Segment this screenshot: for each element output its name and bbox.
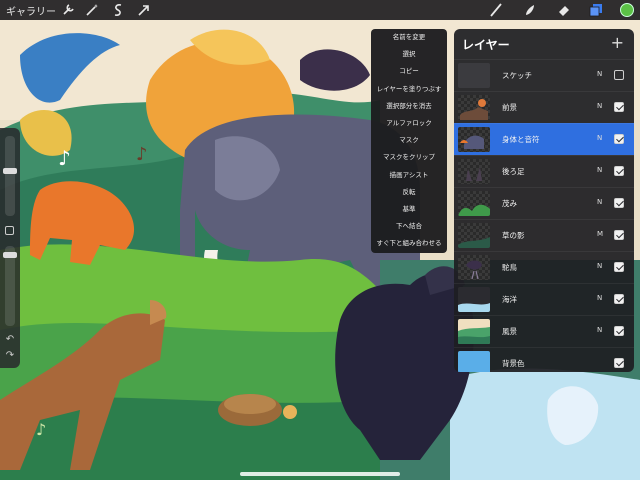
color-picker-button[interactable] — [620, 3, 634, 17]
menu-item-clear-selection[interactable]: 選択部分を消去 — [371, 98, 447, 115]
layer-row[interactable]: 草の影 M — [454, 219, 634, 251]
visibility-checkbox[interactable] — [614, 166, 624, 176]
layer-name: 前景 — [502, 103, 517, 112]
menu-item-copy[interactable]: コピー — [371, 63, 447, 80]
layer-name: 駝鳥 — [502, 263, 517, 272]
visibility-checkbox[interactable] — [614, 198, 624, 208]
top-toolbar: ギャラリー — [0, 0, 640, 20]
eraser-icon[interactable] — [556, 2, 572, 18]
redo-icon[interactable]: ↷ — [3, 350, 17, 362]
layer-name: 後ろ足 — [502, 167, 525, 176]
layer-thumbnail — [458, 287, 490, 312]
home-indicator — [240, 472, 400, 476]
menu-item-clipping-mask[interactable]: マスクをクリップ — [371, 149, 447, 166]
visibility-checkbox[interactable] — [614, 230, 624, 240]
svg-text:♪: ♪ — [136, 144, 148, 165]
layer-row[interactable]: 前景 N — [454, 91, 634, 123]
layer-row[interactable]: 茂み N — [454, 187, 634, 219]
menu-item-fill-layer[interactable]: レイヤーを塗りつぶす — [371, 81, 447, 98]
brush-size-thumb[interactable] — [3, 168, 17, 174]
layer-thumbnail — [458, 255, 490, 280]
transform-arrow-icon[interactable] — [136, 2, 152, 18]
menu-item-mask[interactable]: マスク — [371, 132, 447, 149]
layer-name: 茂み — [502, 199, 517, 208]
visibility-checkbox[interactable] — [614, 294, 624, 304]
layers-icon[interactable] — [588, 2, 604, 18]
blend-mode-button[interactable]: N — [597, 70, 602, 78]
blend-mode-button[interactable]: N — [597, 262, 602, 270]
wrench-icon[interactable] — [60, 2, 76, 18]
brush-icon[interactable] — [488, 2, 504, 18]
layer-row[interactable]: 後ろ足 N — [454, 155, 634, 187]
left-sidebar: ↶ ↷ — [0, 128, 20, 368]
visibility-checkbox[interactable] — [614, 358, 624, 368]
layer-options-menu: 名前を変更 選択 コピー レイヤーを塗りつぶす 選択部分を消去 アルファロック … — [371, 29, 447, 253]
menu-item-reference[interactable]: 基準 — [371, 201, 447, 218]
layers-panel: レイヤー + スケッチ N 前景 N 身体と音符 N 後ろ足 N 茂み N 草の… — [454, 29, 634, 372]
svg-text:♪: ♪ — [36, 420, 46, 439]
layer-name: 背景色 — [502, 359, 525, 368]
modify-button[interactable] — [5, 226, 14, 235]
menu-item-invert[interactable]: 反転 — [371, 184, 447, 201]
gallery-button[interactable]: ギャラリー — [6, 3, 56, 18]
magic-wand-icon[interactable] — [84, 2, 100, 18]
blend-mode-button[interactable]: N — [597, 102, 602, 110]
layer-name: 風景 — [502, 327, 517, 336]
visibility-checkbox[interactable] — [614, 102, 624, 112]
layer-row[interactable]: 駝鳥 N — [454, 251, 634, 283]
visibility-checkbox[interactable] — [614, 262, 624, 272]
layer-thumbnail — [458, 191, 490, 216]
layer-row[interactable]: 背景色 — [454, 347, 634, 372]
menu-item-drawing-assist[interactable]: 描画アシスト — [371, 167, 447, 184]
blend-mode-button[interactable]: N — [597, 198, 602, 206]
menu-item-alpha-lock[interactable]: アルファロック — [371, 115, 447, 132]
opacity-thumb[interactable] — [3, 252, 17, 258]
menu-item-combine-down[interactable]: すぐ下と組み合わせる — [371, 235, 447, 252]
layer-row-selected[interactable]: 身体と音符 N — [454, 123, 634, 155]
add-layer-button[interactable]: + — [611, 33, 624, 52]
blend-mode-button[interactable]: M — [597, 230, 603, 238]
blend-mode-button[interactable]: N — [597, 134, 602, 142]
visibility-checkbox[interactable] — [614, 326, 624, 336]
menu-item-rename[interactable]: 名前を変更 — [371, 29, 447, 46]
layer-name: スケッチ — [502, 71, 532, 80]
blend-mode-button[interactable]: N — [597, 326, 602, 334]
blend-mode-button[interactable]: N — [597, 166, 602, 174]
layer-name: 海洋 — [502, 295, 517, 304]
layer-thumbnail — [458, 319, 490, 344]
selection-icon[interactable] — [110, 2, 126, 18]
layer-thumbnail — [458, 95, 490, 120]
layer-thumbnail — [458, 159, 490, 184]
layer-name: 身体と音符 — [502, 135, 540, 144]
layer-thumbnail — [458, 351, 490, 372]
menu-item-select[interactable]: 選択 — [371, 46, 447, 63]
blend-mode-button[interactable]: N — [597, 294, 602, 302]
layer-thumbnail — [458, 63, 490, 88]
layer-row[interactable]: 風景 N — [454, 315, 634, 347]
layers-header: レイヤー + — [454, 29, 634, 59]
undo-icon[interactable]: ↶ — [3, 334, 17, 346]
opacity-slider[interactable] — [3, 246, 17, 326]
menu-item-merge-down[interactable]: 下へ結合 — [371, 218, 447, 235]
visibility-checkbox[interactable] — [614, 134, 624, 144]
brush-size-slider[interactable] — [3, 136, 17, 216]
svg-text:♪: ♪ — [58, 146, 71, 170]
visibility-checkbox[interactable] — [614, 70, 624, 80]
layer-name: 草の影 — [502, 231, 525, 240]
layer-thumbnail — [458, 127, 490, 152]
layer-row[interactable]: 海洋 N — [454, 283, 634, 315]
layer-row[interactable]: スケッチ N — [454, 59, 634, 91]
smudge-icon[interactable] — [522, 2, 538, 18]
layer-thumbnail — [458, 223, 490, 248]
layers-title: レイヤー — [462, 38, 510, 52]
